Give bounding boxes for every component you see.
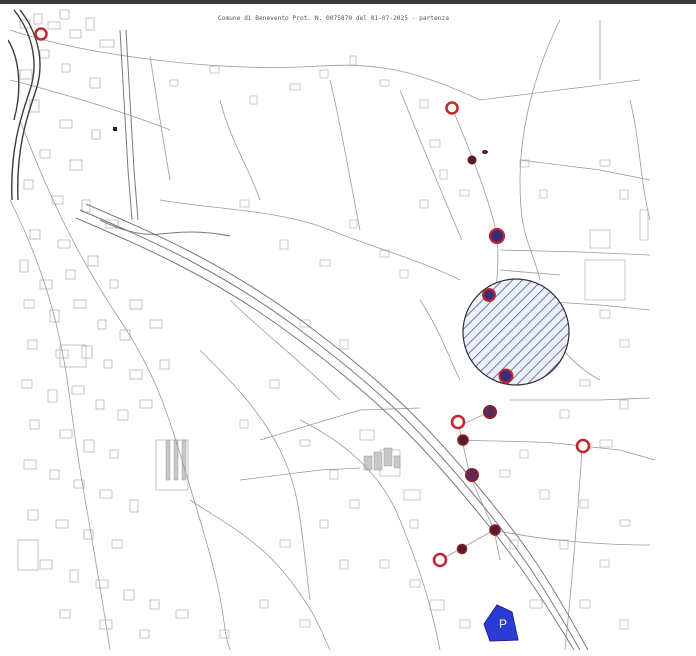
small-square-marker-icon xyxy=(113,127,117,131)
hatched-zone-icon[interactable] xyxy=(462,278,570,386)
filled-marker-icon[interactable] xyxy=(489,524,501,536)
filled-marker-icon[interactable] xyxy=(456,543,468,555)
red-ring-marker-icon[interactable] xyxy=(34,27,48,41)
parking-label: P xyxy=(499,617,507,631)
filled-marker-icon[interactable] xyxy=(498,368,514,384)
filled-marker-icon[interactable] xyxy=(488,227,506,245)
industrial-area xyxy=(165,439,401,481)
protocol-stamp: Comune di Benevento Prot. N. 0075870 del… xyxy=(218,15,449,22)
main-railway xyxy=(8,9,41,201)
page-top-border xyxy=(0,0,696,4)
filled-marker-icon[interactable] xyxy=(483,405,497,419)
building-blocks xyxy=(17,9,189,639)
map-drawing: P xyxy=(8,9,656,651)
filled-marker-icon[interactable] xyxy=(482,288,496,302)
red-ring-marker-icon[interactable] xyxy=(450,414,466,430)
small-dark-marker-icon[interactable] xyxy=(482,150,488,154)
red-ring-marker-icon[interactable] xyxy=(432,552,448,568)
filled-marker-icon[interactable] xyxy=(465,468,479,482)
small-dark-marker-icon[interactable] xyxy=(467,155,477,165)
rural-buildings xyxy=(169,55,649,639)
red-ring-marker-icon[interactable] xyxy=(445,101,459,115)
parking-area[interactable]: P xyxy=(483,604,519,642)
red-ring-marker-icon[interactable] xyxy=(575,438,591,454)
filled-marker-icon[interactable] xyxy=(457,434,469,446)
map-canvas[interactable]: P xyxy=(8,6,660,656)
